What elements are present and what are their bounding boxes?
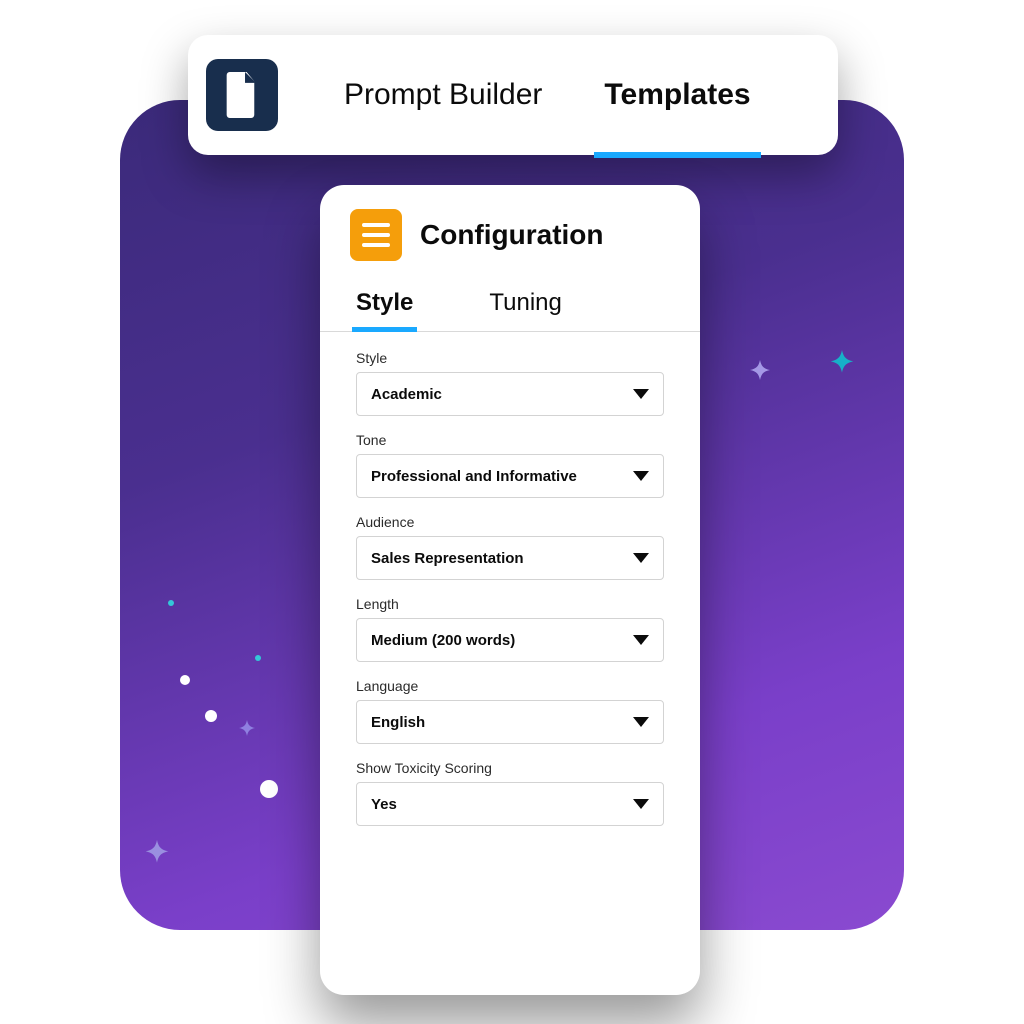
sparkle-icon [745, 360, 775, 390]
panel-tabs: Style Tuning [320, 271, 700, 332]
select-audience[interactable]: Sales Representation [356, 536, 664, 580]
panel-header: Configuration [320, 205, 700, 271]
chevron-down-icon [633, 635, 649, 645]
fields-container: Style Academic Tone Professional and Inf… [320, 332, 700, 842]
select-toxicity[interactable]: Yes [356, 782, 664, 826]
select-tone[interactable]: Professional and Informative [356, 454, 664, 498]
panel-title: Configuration [420, 219, 604, 251]
header-tabs: Prompt Builder Templates [338, 38, 757, 152]
field-label: Style [356, 350, 664, 366]
field-label: Length [356, 596, 664, 612]
chevron-down-icon [633, 799, 649, 809]
tab-prompt-builder[interactable]: Prompt Builder [338, 38, 548, 152]
dot-decor [205, 710, 217, 722]
dot-decor [168, 600, 174, 606]
select-length[interactable]: Medium (200 words) [356, 618, 664, 662]
chevron-down-icon [633, 389, 649, 399]
dot-decor [180, 675, 190, 685]
field-label: Language [356, 678, 664, 694]
sparkle-icon [235, 720, 259, 744]
select-value: Sales Representation [371, 550, 524, 567]
field-language: Language English [356, 678, 664, 744]
configuration-panel: Configuration Style Tuning Style Academi… [320, 185, 700, 995]
dot-decor [260, 780, 278, 798]
menu-icon [350, 209, 402, 261]
field-label: Audience [356, 514, 664, 530]
select-value: Professional and Informative [371, 468, 577, 485]
tab-tuning[interactable]: Tuning [485, 281, 566, 331]
chevron-down-icon [633, 553, 649, 563]
sparkle-icon [825, 350, 859, 384]
field-style: Style Academic [356, 350, 664, 416]
sparkle-icon [140, 840, 174, 874]
chevron-down-icon [633, 717, 649, 727]
field-audience: Audience Sales Representation [356, 514, 664, 580]
header-bar: Prompt Builder Templates [188, 35, 838, 155]
field-length: Length Medium (200 words) [356, 596, 664, 662]
select-value: Academic [371, 386, 442, 403]
select-value: English [371, 714, 425, 731]
tab-style[interactable]: Style [352, 281, 417, 331]
select-value: Medium (200 words) [371, 632, 515, 649]
field-label: Tone [356, 432, 664, 448]
document-icon [206, 59, 278, 131]
field-tone: Tone Professional and Informative [356, 432, 664, 498]
select-style[interactable]: Academic [356, 372, 664, 416]
field-label: Show Toxicity Scoring [356, 760, 664, 776]
dot-decor [255, 655, 261, 661]
select-language[interactable]: English [356, 700, 664, 744]
select-value: Yes [371, 796, 397, 813]
tab-templates[interactable]: Templates [598, 38, 756, 152]
field-toxicity: Show Toxicity Scoring Yes [356, 760, 664, 826]
chevron-down-icon [633, 471, 649, 481]
